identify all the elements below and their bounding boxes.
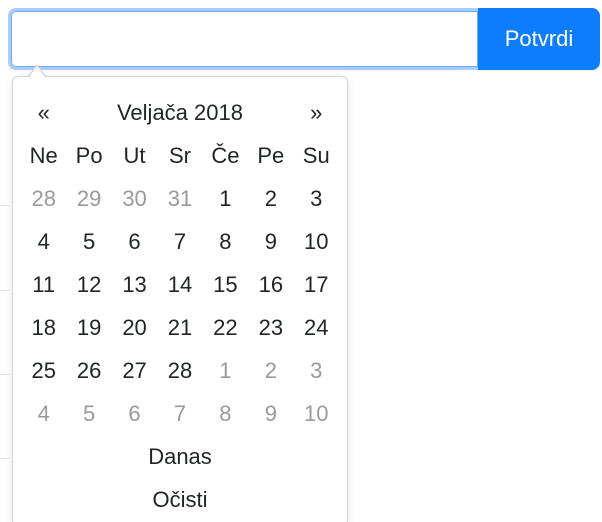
weekday-header-row: Ne Po Ut Sr Če Pe Su	[21, 134, 339, 177]
calendar-day[interactable]: 11	[21, 263, 66, 306]
calendar-week-row: 4 5 6 7 8 9 10	[21, 220, 339, 263]
weekday-label: Po	[75, 142, 103, 168]
calendar-day[interactable]: 12	[66, 263, 111, 306]
calendar-day[interactable]: 25	[21, 349, 66, 392]
picker-caret-fill	[29, 66, 45, 77]
today-button[interactable]: Danas	[21, 435, 339, 478]
date-input[interactable]	[8, 8, 478, 70]
background-divider	[0, 374, 10, 375]
today-row: Danas	[21, 435, 339, 478]
calendar-day[interactable]: 1	[203, 177, 248, 220]
page: Potvrdi « Veljača 2018 » Ne Po Ut Sr Če Pe Su …	[0, 0, 602, 522]
prev-month-button[interactable]: «	[21, 91, 66, 134]
calendar-day[interactable]: 26	[66, 349, 111, 392]
calendar-day-other-month[interactable]: 1	[203, 349, 248, 392]
datepicker-dropdown: « Veljača 2018 » Ne Po Ut Sr Če Pe Su 28 29 30 31…	[12, 76, 348, 522]
calendar-day-other-month[interactable]: 5	[66, 392, 111, 435]
calendar-table: « Veljača 2018 » Ne Po Ut Sr Če Pe Su 28 29 30 31…	[21, 91, 339, 521]
calendar-day[interactable]: 2	[248, 177, 293, 220]
calendar-day-other-month[interactable]: 8	[203, 392, 248, 435]
calendar-day[interactable]: 7	[157, 220, 202, 263]
date-input-group: Potvrdi	[8, 8, 600, 70]
weekday-label: Su	[302, 142, 330, 168]
background-divider	[0, 458, 10, 459]
calendar-day-other-month[interactable]: 30	[112, 177, 157, 220]
weekday-label: Pe	[257, 142, 285, 168]
calendar-day-other-month[interactable]: 4	[21, 392, 66, 435]
calendar-week-row: 4 5 6 7 8 9 10	[21, 392, 339, 435]
calendar-day-other-month[interactable]: 7	[157, 392, 202, 435]
calendar-day[interactable]: 16	[248, 263, 293, 306]
calendar-day-other-month[interactable]: 10	[294, 392, 339, 435]
submit-button[interactable]: Potvrdi	[478, 8, 600, 70]
calendar-day[interactable]: 15	[203, 263, 248, 306]
calendar-days: 28 29 30 31 1 2 3 4 5 6 7 8 9 10 11 12 13 14 15 16 17 18 19 20 2…	[21, 177, 339, 435]
calendar-day-other-month[interactable]: 3	[294, 349, 339, 392]
clear-row: Očisti	[21, 478, 339, 521]
weekday-label: Ne	[29, 142, 58, 168]
background-divider	[0, 290, 10, 291]
calendar-day[interactable]: 24	[294, 306, 339, 349]
weekday-label: Sr	[168, 142, 191, 168]
calendar-day[interactable]: 18	[21, 306, 66, 349]
calendar-day[interactable]: 10	[294, 220, 339, 263]
calendar-day[interactable]: 28	[157, 349, 202, 392]
calendar-day[interactable]: 20	[112, 306, 157, 349]
calendar-week-row: 28 29 30 31 1 2 3	[21, 177, 339, 220]
calendar-day[interactable]: 6	[112, 220, 157, 263]
calendar-day[interactable]: 5	[66, 220, 111, 263]
calendar-day[interactable]: 19	[66, 306, 111, 349]
calendar-day-other-month[interactable]: 31	[157, 177, 202, 220]
calendar-day-other-month[interactable]: 29	[66, 177, 111, 220]
calendar-day-other-month[interactable]: 28	[21, 177, 66, 220]
calendar-week-row: 18 19 20 21 22 23 24	[21, 306, 339, 349]
calendar-day[interactable]: 27	[112, 349, 157, 392]
calendar-day-other-month[interactable]: 2	[248, 349, 293, 392]
calendar-nav-row: « Veljača 2018 »	[21, 91, 339, 134]
calendar-day[interactable]: 9	[248, 220, 293, 263]
calendar-week-row: 25 26 27 28 1 2 3	[21, 349, 339, 392]
calendar-day[interactable]: 22	[203, 306, 248, 349]
background-divider	[0, 205, 10, 206]
month-title[interactable]: Veljača 2018	[66, 91, 293, 134]
next-month-button[interactable]: »	[294, 91, 339, 134]
calendar-day-other-month[interactable]: 9	[248, 392, 293, 435]
calendar-day[interactable]: 21	[157, 306, 202, 349]
weekday-label: Ut	[123, 142, 146, 168]
calendar-week-row: 11 12 13 14 15 16 17	[21, 263, 339, 306]
calendar-day[interactable]: 4	[21, 220, 66, 263]
calendar-day[interactable]: 13	[112, 263, 157, 306]
calendar-day[interactable]: 8	[203, 220, 248, 263]
calendar-day[interactable]: 17	[294, 263, 339, 306]
calendar-day[interactable]: 23	[248, 306, 293, 349]
calendar-day-other-month[interactable]: 6	[112, 392, 157, 435]
clear-button[interactable]: Očisti	[21, 478, 339, 521]
calendar-day[interactable]: 3	[294, 177, 339, 220]
calendar-day[interactable]: 14	[157, 263, 202, 306]
weekday-label: Če	[211, 142, 240, 168]
